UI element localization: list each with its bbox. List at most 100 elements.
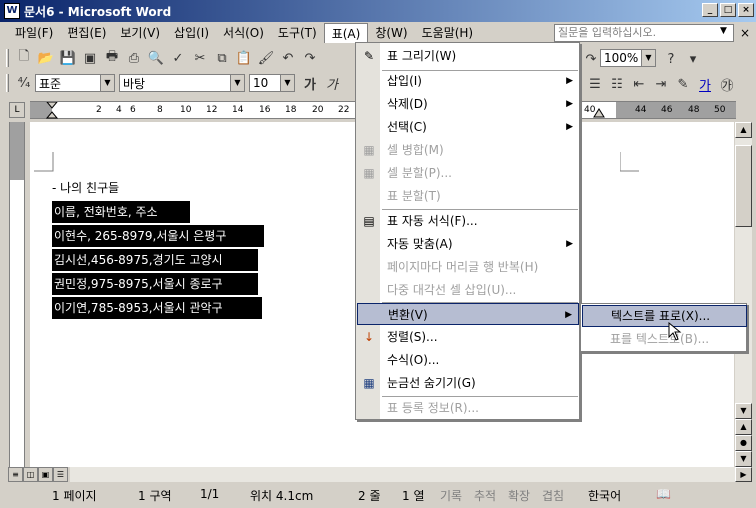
help-question-input[interactable]: 질문을 입력하십시오.	[554, 24, 734, 42]
web-view-icon[interactable]: ◫	[23, 467, 38, 482]
menu-item-delete[interactable]: 삭제(D) ▶	[357, 93, 579, 115]
menu-item-label: 선택(C)	[387, 120, 427, 134]
status-trk[interactable]: 추적	[474, 487, 496, 504]
cut-icon[interactable]: ✂	[189, 48, 211, 68]
print-layout-icon[interactable]: ▣	[38, 467, 53, 482]
toolbar-options-icon[interactable]: ▾	[682, 49, 704, 69]
browse-object-icon[interactable]: ●	[735, 435, 752, 451]
minimize-button[interactable]: _	[702, 3, 718, 17]
format-painter-icon[interactable]: 🖌	[255, 48, 277, 68]
menu-file[interactable]: 파일(F)	[8, 23, 60, 43]
menu-tools[interactable]: 도구(T)	[271, 23, 324, 43]
menu-item-insert[interactable]: 삽입(I) ▶	[357, 70, 579, 92]
menu-item-select[interactable]: 선택(C) ▶	[357, 116, 579, 138]
menu-item-autofit[interactable]: 자동 맞춤(A) ▶	[357, 233, 579, 255]
italic-icon[interactable]: 가	[321, 73, 343, 93]
ruler-number: 22	[338, 105, 350, 115]
menu-item-label: 다중 대각선 셀 삽입(U)...	[387, 283, 517, 297]
selected-text-line[interactable]: 권민정,975-8975,서울시 종로구	[52, 273, 258, 295]
zoom-select[interactable]: 100% ▼	[600, 49, 656, 67]
phonetic-icon[interactable]: ㉮	[716, 74, 738, 94]
numbering-icon[interactable]: ☰	[584, 74, 606, 94]
menu-item-label: 변환(V)	[388, 308, 428, 322]
preview-icon[interactable]: 🔍	[145, 48, 167, 68]
ruler-number: 18	[285, 105, 297, 115]
ruler-number: 2	[96, 105, 102, 115]
status-ext[interactable]: 확장	[508, 487, 530, 504]
menu-view[interactable]: 보기(V)	[113, 23, 167, 43]
save-icon[interactable]: 💾	[57, 48, 79, 68]
menu-table[interactable]: 표(A)	[323, 23, 369, 43]
spelling-icon[interactable]: ✓	[167, 48, 189, 68]
open-icon[interactable]: 📂	[35, 48, 57, 68]
scroll-down-icon[interactable]: ▼	[735, 403, 752, 419]
menu-item-sort[interactable]: ↓ 정렬(S)...	[357, 326, 579, 348]
normal-view-icon[interactable]: ≡	[8, 467, 23, 482]
menu-window[interactable]: 창(W)	[368, 23, 414, 43]
maximize-button[interactable]: □	[720, 3, 736, 17]
next-page-icon[interactable]: ▼	[735, 451, 752, 467]
undo-icon[interactable]: ↶	[277, 48, 299, 68]
status-page-count: 1/1	[200, 487, 220, 501]
menu-item-formula[interactable]: 수식(O)...	[357, 349, 579, 371]
paste-icon[interactable]: 📋	[233, 48, 255, 68]
permission-icon[interactable]: ▣	[79, 48, 101, 68]
previous-page-icon[interactable]: ▲	[735, 419, 752, 435]
bullets-icon[interactable]: ☷	[606, 74, 628, 94]
chevron-down-icon[interactable]: ▼	[100, 75, 114, 91]
copy-icon[interactable]: ⧉	[211, 48, 233, 68]
menu-item-hide-gridlines[interactable]: ▦ 눈금선 숨기기(G)	[357, 372, 579, 394]
menu-item-autoformat[interactable]: ▤ 표 자동 서식(F)...	[357, 210, 579, 232]
word-app-icon[interactable]: W	[4, 3, 20, 19]
help-icon[interactable]: ?	[660, 49, 682, 69]
print-icon[interactable]: ⎙	[123, 48, 145, 68]
menu-item-convert[interactable]: 변환(V) ▶	[357, 303, 579, 325]
toolbar-grip[interactable]	[6, 74, 9, 92]
table-menu-dropdown: ✎ 표 그리기(W) 삽입(I) ▶ 삭제(D) ▶ 선택(C) ▶ ▦ 셀 병…	[355, 42, 580, 420]
indent-marker-icon[interactable]	[46, 102, 58, 120]
chevron-down-icon[interactable]: ▼	[280, 75, 294, 91]
horizontal-scrollbar[interactable]	[70, 467, 735, 482]
font-value: 바탕	[123, 76, 146, 91]
submenu-text-to-table[interactable]: 텍스트를 표로(X)...	[582, 305, 747, 327]
font-select[interactable]: 바탕 ▼	[119, 74, 245, 92]
redo-icon[interactable]: ↷	[299, 48, 321, 68]
close-button[interactable]: ×	[738, 3, 754, 17]
new-document-icon[interactable]: 🗋	[13, 48, 35, 68]
chevron-down-icon[interactable]: ▼	[230, 75, 244, 91]
status-rec[interactable]: 기록	[440, 487, 462, 504]
redo-arrow-icon[interactable]: ↷	[580, 49, 602, 69]
increase-indent-icon[interactable]: ⇥	[650, 74, 672, 94]
font-color-icon[interactable]: 가	[694, 74, 716, 94]
menu-edit[interactable]: 편집(E)	[60, 23, 113, 43]
spelling-status-icon[interactable]: 📖	[656, 487, 671, 501]
scroll-thumb[interactable]	[735, 145, 752, 227]
document-heading[interactable]: - 나의 친구들	[52, 179, 119, 196]
scroll-right-icon[interactable]: ▶	[735, 467, 752, 482]
right-indent-marker-icon[interactable]	[593, 108, 605, 118]
style-select[interactable]: 표준 ▼	[35, 74, 115, 92]
font-size-select[interactable]: 10 ▼	[249, 74, 295, 92]
styles-icon[interactable]: ⁴⁄₄	[13, 73, 35, 93]
selected-text-line[interactable]: 이현수, 265-8979,서울시 은평구	[52, 225, 264, 247]
status-ovr[interactable]: 겹침	[542, 487, 564, 504]
menu-item-draw-table[interactable]: ✎ 표 그리기(W)	[357, 45, 579, 67]
scroll-up-icon[interactable]: ▲	[735, 122, 752, 138]
chevron-down-icon[interactable]: ▼	[641, 50, 655, 66]
toolbar-grip[interactable]	[6, 49, 9, 67]
document-close-button[interactable]: ×	[740, 26, 750, 40]
selected-text-line[interactable]: 이름, 전화번호, 주소	[52, 201, 190, 223]
selected-text-line[interactable]: 김시선,456-8975,경기도 고양시	[52, 249, 258, 271]
menu-format[interactable]: 서식(O)	[216, 23, 271, 43]
menu-help[interactable]: 도움말(H)	[415, 23, 481, 43]
help-dropdown-icon[interactable]: ▼	[720, 26, 727, 36]
print-preview-icon[interactable]: 🖶	[101, 48, 123, 68]
selected-text-line[interactable]: 이기연,785-8953,서울시 관악구	[52, 297, 262, 319]
bold-icon[interactable]: 가	[299, 73, 321, 93]
tab-selector[interactable]: L	[9, 102, 25, 118]
decrease-indent-icon[interactable]: ⇤	[628, 74, 650, 94]
menu-insert[interactable]: 삽입(I)	[167, 23, 216, 43]
ruler-number: 46	[661, 105, 673, 115]
highlight-icon[interactable]: ✎	[672, 74, 694, 94]
outline-view-icon[interactable]: ☰	[53, 467, 68, 482]
